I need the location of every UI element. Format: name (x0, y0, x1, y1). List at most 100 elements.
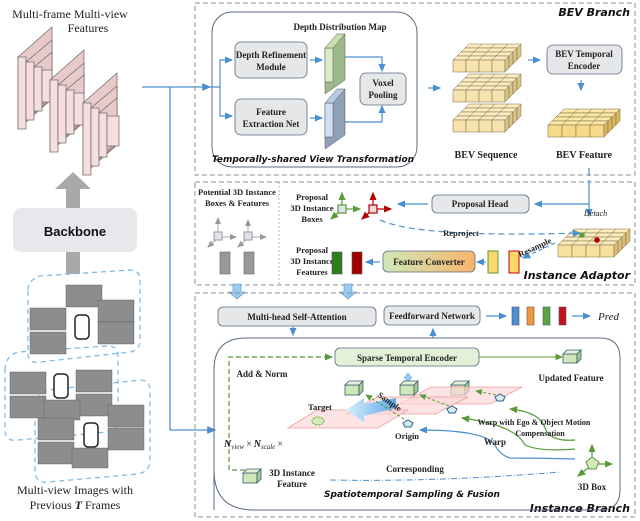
instance-branch-title: Instance Branch (530, 502, 630, 515)
3d-box-icon (577, 443, 614, 477)
grid-cell (465, 59, 480, 73)
bev-sequence-label: BEV Sequence (455, 150, 518, 161)
feature-cube-icon (344, 380, 364, 396)
grid-cell (478, 89, 493, 103)
warp-comp-line2: Compensation (515, 429, 565, 438)
proposal-head-label: Proposal Head (452, 199, 509, 209)
bev-feature-icon (547, 108, 621, 138)
grid-cell (478, 59, 493, 73)
instance-feature-line1: 3D Instance (269, 468, 315, 478)
svg-text:Encoder: Encoder (568, 61, 601, 71)
bev-feature-label: BEV Feature (556, 150, 613, 161)
ego-car-icon (83, 422, 99, 448)
updated-feature-label: Updated Feature (538, 373, 603, 383)
svg-text:Pooling: Pooling (368, 90, 398, 100)
pred-feature-blue (511, 306, 520, 326)
self-attention-label: Multi-head Self-Attention (247, 312, 346, 322)
downward-arrows (228, 283, 357, 300)
sparse-encoder-label: Sparse Temporal Encoder (357, 353, 457, 363)
grid-cell (491, 59, 506, 73)
svg-text:Features: Features (296, 267, 328, 277)
target-point-icon (311, 416, 325, 426)
sampled-point-red (594, 237, 600, 243)
ffn-label: Feedforward Network (389, 311, 475, 321)
instance-branch-panel: Instance Branch Multi-head Self-Attentio… (194, 292, 636, 518)
ego-car-icon (53, 373, 69, 399)
warp-label: Warp (484, 437, 506, 447)
sampling-fusion-title: Spatiotemporal Sampling & Fusion (324, 490, 500, 500)
features-title-line1: Multi-frame Multi-view (12, 7, 128, 21)
svg-text:Proposal: Proposal (296, 245, 329, 255)
svg-text:Module: Module (256, 62, 286, 72)
main-connectors (142, 83, 217, 434)
proposal-feature-green (331, 251, 343, 275)
grid-cell (491, 119, 506, 133)
pred-feature-red (558, 306, 567, 326)
svg-text:3D Instance: 3D Instance (290, 203, 333, 213)
add-norm-label: Add & Norm (237, 369, 289, 379)
depth-refinement-module (234, 41, 308, 79)
bev-branch-panel: BEV Branch Temporally-shared View Transf… (194, 2, 636, 176)
feature-converter-label: Feature Converter (393, 257, 465, 267)
bev-sequence-icon (452, 43, 522, 133)
3d-box-label: 3D Box (578, 482, 607, 492)
pred-feature-orange (526, 306, 535, 326)
svg-text:Proposal: Proposal (296, 192, 329, 202)
grid-cell (547, 124, 563, 138)
grid-cell (452, 119, 467, 133)
warp-comp-line1: Warp with Ego & Object Motion (478, 418, 591, 427)
view-transformation-title: Temporally-shared View Transformation (212, 155, 414, 165)
proposal-box-red-icon (361, 191, 393, 220)
grid-cell (465, 119, 480, 133)
grid-cell (491, 89, 506, 103)
updated-feature-icon (562, 349, 582, 364)
instance-feature-line2: Feature (277, 479, 307, 489)
instance-adaptor-panel: Instance Adaptor Potential 3D Instance B… (194, 168, 636, 300)
target-label: Target (308, 402, 332, 412)
features-title-line2: Features (68, 21, 109, 35)
instance-feature-cube-icon (242, 468, 262, 484)
grid-cell (571, 244, 587, 258)
image-feature-map-icon (324, 88, 346, 150)
left-column: Multi-frame Multi-view Features Backbone… (4, 7, 151, 512)
feature-maps-icon (17, 26, 120, 176)
feature-extraction-net (234, 98, 308, 136)
feature-cube-icon (399, 380, 419, 396)
pred-label: Pred (597, 311, 619, 323)
detach-label: Detach (583, 209, 607, 218)
svg-text:Extraction Net: Extraction Net (243, 119, 300, 129)
pred-feature-green (542, 306, 551, 326)
grid-cell (589, 124, 605, 138)
grid-cell (452, 89, 467, 103)
depth-distribution-map-icon (324, 33, 346, 95)
grid-cell (478, 119, 493, 133)
origin-label: Origin (395, 431, 419, 441)
grid-cell (452, 59, 467, 73)
proposal-feature-red (351, 251, 363, 275)
corresponding-label: Corresponding (386, 464, 444, 474)
resampled-feature-green (487, 250, 499, 274)
sampling-multiplier-label: Nview × Nscale × (223, 439, 283, 451)
potential-box-icon (207, 217, 267, 248)
reproject-label: Reproject (443, 228, 479, 238)
images-caption-line1: Multi-view Images with (17, 483, 133, 497)
svg-text:BEV Temporal: BEV Temporal (555, 49, 613, 59)
grid-cell (585, 244, 601, 258)
ego-car-icon (74, 314, 90, 340)
svg-text:Feature: Feature (256, 107, 286, 117)
potential-feature-icon (219, 251, 231, 275)
svg-text:Voxel: Voxel (372, 78, 394, 88)
proposal-box-green-icon (330, 191, 362, 220)
svg-text:Boxes: Boxes (301, 214, 323, 224)
up-arrow-icon (403, 372, 413, 382)
down-arrow-icon (339, 283, 357, 300)
grid-cell (557, 244, 573, 258)
backbone-label: Backbone (44, 224, 106, 239)
grid-cell (575, 124, 591, 138)
pentagon-icon (402, 419, 414, 428)
depth-map-label: Depth Distribution Map (293, 22, 386, 32)
down-arrow-icon (228, 283, 246, 300)
architecture-diagram: Multi-frame Multi-view Features Backbone… (4, 2, 636, 518)
images-caption-line2: Previous T Frames (30, 498, 121, 512)
grid-cell (465, 89, 480, 103)
